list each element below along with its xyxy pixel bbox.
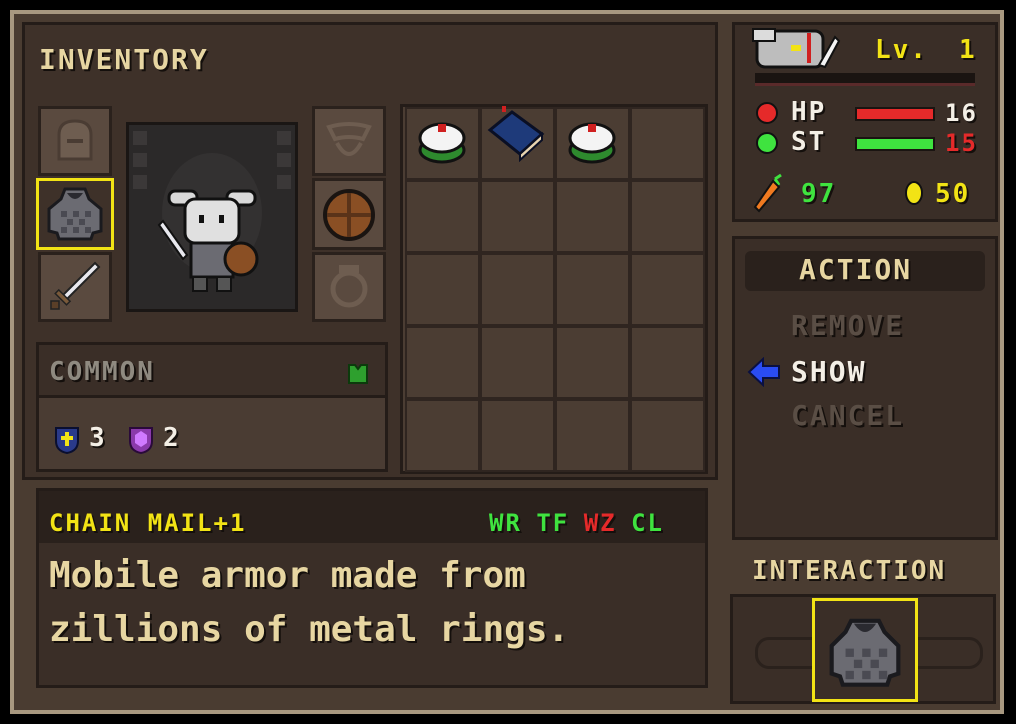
tag-wz: WZ: [583, 509, 617, 537]
bag-slot[interactable]: [405, 326, 480, 399]
helmet-placeholder-icon: [57, 119, 93, 161]
bag-slot[interactable]: [555, 326, 630, 399]
bag-slot[interactable]: [555, 399, 630, 472]
cake-icon[interactable]: [414, 116, 470, 166]
carrot-icon: [753, 173, 782, 213]
armor-type-icon: [348, 364, 368, 384]
gold-value: 50: [935, 179, 971, 209]
item-name: CHAIN MAIL+1: [49, 509, 247, 537]
level-value: 1: [959, 35, 977, 65]
bag-slot[interactable]: [480, 399, 555, 472]
slot-amulet[interactable]: [312, 106, 386, 176]
action-panel: ACTION REMOVE SHOW CANCEL: [732, 236, 998, 540]
bag-slot[interactable]: [630, 326, 705, 399]
st-bar: [855, 137, 935, 151]
character-sprite: [129, 125, 295, 309]
sword-icon: [50, 261, 101, 310]
wooden-shield-icon: [323, 189, 375, 241]
cake-icon-2[interactable]: [564, 116, 620, 166]
hp-bar: [855, 107, 935, 121]
chain-mail-icon-interaction: [829, 618, 901, 687]
inventory-title: INVENTORY: [39, 43, 209, 76]
bag-slot[interactable]: [630, 107, 705, 180]
bag-slot[interactable]: [480, 326, 555, 399]
bag-slot[interactable]: [480, 180, 555, 253]
action-show[interactable]: SHOW: [791, 355, 866, 388]
hp-label: HP: [791, 97, 827, 127]
slot-helmet[interactable]: [38, 106, 112, 176]
slot-armor[interactable]: [36, 178, 114, 250]
slot-weapon[interactable]: [38, 252, 112, 322]
character-portrait: [126, 122, 298, 312]
selection-arrow-icon: [747, 357, 780, 387]
hp-value: 16: [945, 99, 978, 127]
st-orb-icon: [756, 132, 778, 154]
description-box: CHAIN MAIL+1 WR TF WZ CL Mobile armor ma…: [36, 488, 708, 688]
action-cancel[interactable]: CANCEL: [791, 399, 904, 432]
bag-slot[interactable]: [555, 180, 630, 253]
bag-slot[interactable]: [405, 399, 480, 472]
ring-placeholder-icon: [330, 265, 368, 308]
description-line-2: zillions of metal rings.: [49, 609, 570, 650]
player-portrait-icon: [752, 28, 841, 69]
status-panel: Lv. 1 HP 16 ST 15 97 50: [732, 22, 998, 222]
st-value: 15: [945, 129, 978, 157]
slot-ring[interactable]: [312, 252, 386, 322]
exp-bar: [755, 73, 975, 86]
item-info-box: COMMON 3 2: [36, 342, 388, 472]
level-label: Lv.: [875, 35, 928, 65]
bag-slot[interactable]: [630, 180, 705, 253]
rarity-label: COMMON: [49, 357, 155, 387]
class-tags: WR TF WZ CL: [489, 509, 664, 537]
slot-shield[interactable]: [312, 178, 386, 250]
bag-slot[interactable]: [405, 180, 480, 253]
magic-defense-value: 2: [163, 423, 181, 453]
st-label: ST: [791, 127, 827, 157]
bag-slot[interactable]: [630, 253, 705, 326]
gold-coin-icon: [905, 181, 923, 205]
action-remove[interactable]: REMOVE: [791, 309, 904, 342]
amulet-placeholder-icon: [326, 122, 372, 156]
bag-slot[interactable]: [480, 253, 555, 326]
defense-shield-icon: [55, 427, 79, 455]
interaction-slot[interactable]: [812, 598, 918, 702]
magic-defense-icon: [129, 427, 153, 455]
tag-wr: WR: [489, 509, 522, 537]
food-value: 97: [801, 179, 837, 209]
interaction-title: INTERACTION: [752, 556, 947, 586]
chain-mail-icon: [47, 187, 103, 241]
defense-value: 3: [89, 423, 107, 453]
book-icon[interactable]: [484, 106, 548, 162]
bag-slot[interactable]: [555, 253, 630, 326]
hp-orb-icon: [756, 102, 778, 124]
description-line-1: Mobile armor made from: [49, 555, 526, 596]
action-title: ACTION: [799, 253, 913, 286]
bag-slot[interactable]: [630, 399, 705, 472]
bag-slot[interactable]: [405, 253, 480, 326]
tag-tf: TF: [536, 509, 570, 537]
tag-cl: CL: [631, 509, 664, 537]
